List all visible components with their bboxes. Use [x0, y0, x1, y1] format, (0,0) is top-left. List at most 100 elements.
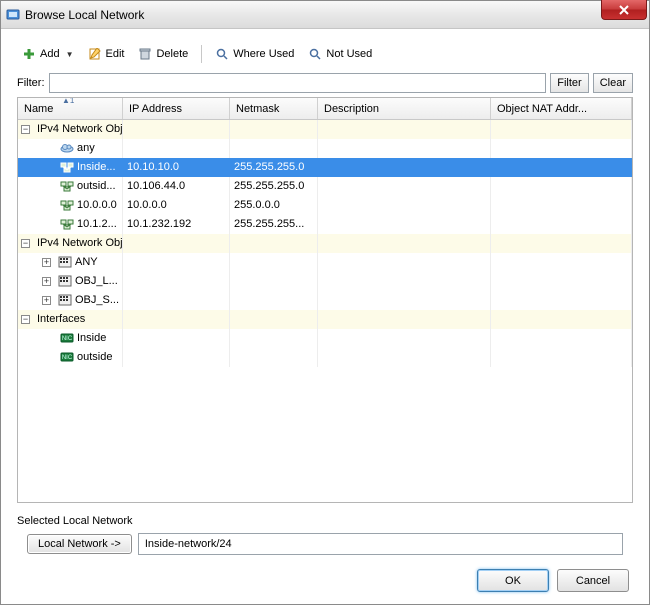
dialog-content: Add ▼ Edit Delete Where Used: [1, 29, 649, 604]
collapse-icon[interactable]: −: [21, 125, 30, 134]
add-button[interactable]: Add ▼: [17, 45, 79, 63]
cell-name: 10.0.0.0: [18, 196, 123, 215]
row-name: ANY: [75, 256, 98, 268]
edit-label: Edit: [106, 48, 125, 60]
objgroup-icon: [58, 275, 72, 287]
cell-name: any: [18, 139, 123, 158]
interface-icon: NIC: [60, 351, 74, 363]
col-name[interactable]: Name ▲1: [18, 98, 123, 119]
cell-mask: [230, 329, 318, 348]
chevron-down-icon: ▼: [66, 50, 74, 59]
cell-desc: [318, 291, 491, 310]
selected-section-label: Selected Local Network: [17, 515, 633, 527]
filter-input[interactable]: [49, 73, 547, 93]
col-ip[interactable]: IP Address: [123, 98, 230, 119]
toolbar: Add ▼ Edit Delete Where Used: [17, 43, 633, 73]
cell-mask: [230, 348, 318, 367]
expand-icon[interactable]: +: [42, 258, 51, 267]
group-label: IPv4 Network Objects: [37, 123, 123, 135]
table-row[interactable]: + OBJ_S...: [18, 291, 632, 310]
table-row[interactable]: + OBJ_L...: [18, 272, 632, 291]
cell-desc: [318, 253, 491, 272]
pencil-icon: [88, 48, 102, 60]
table-row[interactable]: 10.1.2...10.1.232.192255.255.255...: [18, 215, 632, 234]
row-name: 10.0.0.0: [77, 199, 117, 211]
expand-icon[interactable]: +: [42, 277, 51, 286]
row-name: OBJ_S...: [75, 294, 119, 306]
cell-ip: [123, 139, 230, 158]
group-row[interactable]: −IPv4 Network Object Groups: [18, 234, 632, 253]
cell-nat: [491, 272, 632, 291]
group-cell: −Interfaces: [18, 310, 123, 329]
svg-text:NIC: NIC: [62, 355, 73, 361]
cell-name: outsid...: [18, 177, 123, 196]
cancel-button[interactable]: Cancel: [557, 569, 629, 592]
selected-network-field[interactable]: [138, 533, 623, 555]
edit-button[interactable]: Edit: [83, 45, 130, 63]
cell-ip: [123, 253, 230, 272]
row-name: OBJ_L...: [75, 275, 118, 287]
cell-desc: [318, 158, 491, 177]
cell-ip: 10.106.44.0: [123, 177, 230, 196]
cell-desc: [318, 196, 491, 215]
cell-nat: [491, 348, 632, 367]
collapse-icon[interactable]: −: [21, 315, 30, 324]
group-row[interactable]: −IPv4 Network Objects: [18, 120, 632, 139]
add-label: Add: [40, 48, 60, 60]
group-row[interactable]: −Interfaces: [18, 310, 632, 329]
filter-button[interactable]: Filter: [550, 73, 588, 93]
cell-mask: [230, 272, 318, 291]
row-name: Inside: [77, 332, 106, 344]
cell-name: NIC Inside: [18, 329, 123, 348]
cell-mask: [230, 253, 318, 272]
host-icon: [60, 199, 74, 211]
col-nat[interactable]: Object NAT Addr...: [491, 98, 632, 119]
table-row[interactable]: Inside...10.10.10.0255.255.255.0: [18, 158, 632, 177]
clear-button[interactable]: Clear: [593, 73, 633, 93]
group-cell: −IPv4 Network Object Groups: [18, 234, 123, 253]
host-icon: [60, 161, 74, 173]
cell-nat: [491, 158, 632, 177]
cell-ip: [123, 291, 230, 310]
collapse-icon[interactable]: −: [21, 239, 30, 248]
cell-mask: [230, 139, 318, 158]
table-row[interactable]: + ANY: [18, 253, 632, 272]
table-row[interactable]: NIC Inside: [18, 329, 632, 348]
table-row[interactable]: any: [18, 139, 632, 158]
expand-icon[interactable]: +: [42, 296, 51, 305]
dialog-buttons: OK Cancel: [17, 555, 633, 594]
cell-name: + OBJ_S...: [18, 291, 123, 310]
cell-nat: [491, 253, 632, 272]
cell-name: 10.1.2...: [18, 215, 123, 234]
col-description[interactable]: Description: [318, 98, 491, 119]
ok-button[interactable]: OK: [477, 569, 549, 592]
row-name: outside: [77, 351, 112, 363]
table-row[interactable]: NIC outside: [18, 348, 632, 367]
table-body[interactable]: −IPv4 Network ObjectsanyInside...10.10.1…: [18, 120, 632, 502]
cell-nat: [491, 329, 632, 348]
not-used-label: Not Used: [326, 48, 372, 60]
local-network-button[interactable]: Local Network ->: [27, 534, 132, 554]
not-used-button[interactable]: Not Used: [303, 45, 377, 63]
col-netmask[interactable]: Netmask: [230, 98, 318, 119]
cell-desc: [318, 177, 491, 196]
cell-desc: [318, 329, 491, 348]
svg-text:NIC: NIC: [62, 336, 73, 342]
titlebar: Browse Local Network: [1, 1, 649, 29]
delete-button[interactable]: Delete: [133, 45, 193, 63]
cell-mask: [230, 291, 318, 310]
where-used-label: Where Used: [233, 48, 294, 60]
magnifier-icon: [308, 48, 322, 60]
table-row[interactable]: outsid...10.106.44.0255.255.255.0: [18, 177, 632, 196]
table-row[interactable]: 10.0.0.010.0.0.0255.0.0.0: [18, 196, 632, 215]
cell-desc: [318, 139, 491, 158]
trash-icon: [138, 48, 152, 60]
row-name: outsid...: [77, 180, 116, 192]
cell-desc: [318, 272, 491, 291]
where-used-button[interactable]: Where Used: [210, 45, 299, 63]
magnifier-icon: [215, 48, 229, 60]
close-button[interactable]: [601, 0, 647, 20]
dialog-window: Browse Local Network Add ▼ Edit: [0, 0, 650, 605]
selected-area: Local Network ->: [17, 531, 633, 555]
cell-nat: [491, 291, 632, 310]
